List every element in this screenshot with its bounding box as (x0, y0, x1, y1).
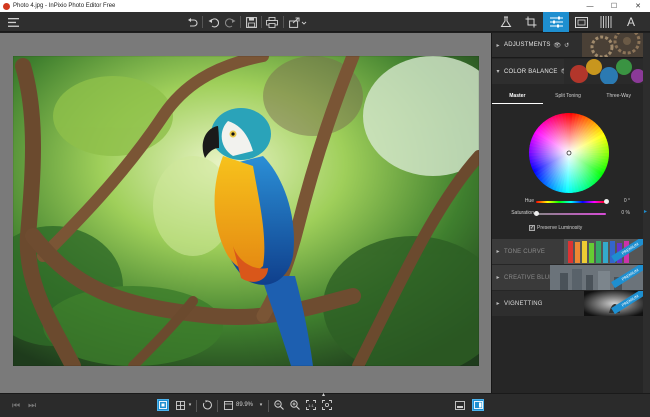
app-logo-icon (3, 2, 10, 10)
tone-curve-header[interactable]: ▸ TONE CURVE PREMIUM (492, 239, 644, 264)
sliders-icon[interactable] (543, 12, 569, 32)
expand-arrow-icon: ▸ (496, 275, 500, 281)
preserve-luminosity-row[interactable]: ✓ Preserve Luminosity (529, 224, 582, 232)
expand-arrow-icon: ▸ (496, 249, 500, 255)
statusbar-divider (268, 400, 269, 412)
eye-icon[interactable]: 👁 (554, 42, 562, 49)
side-expander[interactable]: ▸ (643, 33, 650, 393)
tab-master[interactable]: Master (492, 90, 543, 104)
creative-blur-header[interactable]: ▸ CREATIVE BLUR PREMIUM (492, 265, 644, 290)
zoom-out-icon[interactable] (273, 399, 285, 411)
before-view-icon[interactable] (454, 399, 466, 411)
frame-icon[interactable] (568, 12, 594, 32)
collapse-bar-icon[interactable]: ▴ (322, 391, 325, 398)
saturation-knob[interactable] (533, 211, 539, 216)
zoom-in-icon[interactable] (289, 399, 301, 411)
title-bar: Photo 4.jpg - InPixio Photo Editor Free … (0, 0, 650, 12)
toolbar-divider (283, 16, 284, 28)
toolbar-divider (261, 16, 262, 28)
zoom-dropdown-icon[interactable]: ▾ (258, 399, 264, 411)
color-balance-subtabs: Master Split Toning Three-Way (492, 90, 644, 104)
main-toolbar: A (0, 12, 650, 32)
tab-split-toning[interactable]: Split Toning (543, 90, 594, 104)
share-icon[interactable] (288, 15, 308, 29)
flask-icon[interactable] (493, 12, 519, 32)
adjustments-header[interactable]: ▸ ADJUSTMENTS 👁 ↺ (492, 33, 644, 58)
saturation-slider[interactable]: Saturation 0 % (492, 210, 644, 218)
hue-slider[interactable]: Hue 0 ° (492, 198, 644, 206)
window-title: Photo 4.jpg - InPixio Photo Editor Free (13, 3, 116, 9)
hue-track[interactable] (536, 201, 606, 203)
rotate-icon[interactable] (201, 399, 213, 411)
crop-icon[interactable] (518, 12, 544, 32)
photo-preview[interactable] (13, 56, 479, 366)
expand-arrow-icon: ▸ (496, 301, 500, 307)
fit-screen-icon[interactable] (321, 399, 333, 411)
zoom-box-icon[interactable] (222, 399, 234, 411)
svg-text:1:1: 1:1 (308, 403, 314, 408)
color-balance-header[interactable]: ▾ COLOR BALANCE 👁 (492, 59, 644, 84)
tab-three-way[interactable]: Three-Way (593, 90, 644, 104)
text-icon[interactable]: A (618, 12, 644, 32)
undo-icon[interactable] (206, 15, 220, 29)
print-icon[interactable] (265, 15, 279, 29)
actual-size-icon[interactable]: 1:1 (305, 399, 317, 411)
toolbar-divider (240, 16, 241, 28)
status-bar: ⏮ ⏭ ▾ 89.9% ▾ 1:1 ▴ (0, 391, 650, 417)
statusbar-divider (217, 400, 218, 412)
after-view-icon[interactable] (472, 399, 484, 411)
last-photo-icon[interactable]: ⏭ (26, 399, 38, 411)
gears-thumbnail (582, 33, 644, 57)
collapse-arrow-icon: ▾ (496, 69, 500, 75)
hamburger-icon[interactable] (6, 15, 20, 29)
adjustments-panel: ▸ ADJUSTMENTS 👁 ↺ ▾ COLOR BALANCE 👁 Mast… (491, 33, 644, 393)
save-icon[interactable] (244, 15, 258, 29)
texture-icon[interactable] (593, 12, 619, 32)
expand-arrow-icon: ▸ (496, 42, 500, 49)
hue-knob[interactable] (603, 199, 609, 204)
reset-icon[interactable]: ↺ (564, 42, 569, 49)
fit-view-icon[interactable] (157, 399, 169, 411)
expand-panel-icon[interactable]: ▸ (644, 208, 647, 215)
saturation-track[interactable] (536, 213, 606, 215)
compare-view-icon[interactable] (174, 399, 186, 411)
minimize-button[interactable]: — (578, 3, 602, 10)
zoom-level[interactable]: 89.9% (236, 402, 253, 408)
paint-thumbnail (564, 59, 644, 84)
compare-dropdown-icon[interactable]: ▾ (187, 399, 193, 411)
statusbar-divider (196, 400, 197, 412)
first-photo-icon[interactable]: ⏮ (10, 399, 22, 411)
vignetting-header[interactable]: ▸ VIGNETTING PREMIUM (492, 291, 644, 316)
undo-all-icon[interactable] (185, 15, 199, 29)
preserve-luminosity-checkbox[interactable]: ✓ (529, 225, 535, 231)
color-wheel[interactable] (527, 111, 611, 195)
maximize-button[interactable]: ☐ (602, 2, 626, 10)
redo-icon[interactable] (223, 15, 237, 29)
close-button[interactable]: ✕ (626, 2, 650, 10)
toolbar-divider (202, 16, 203, 28)
